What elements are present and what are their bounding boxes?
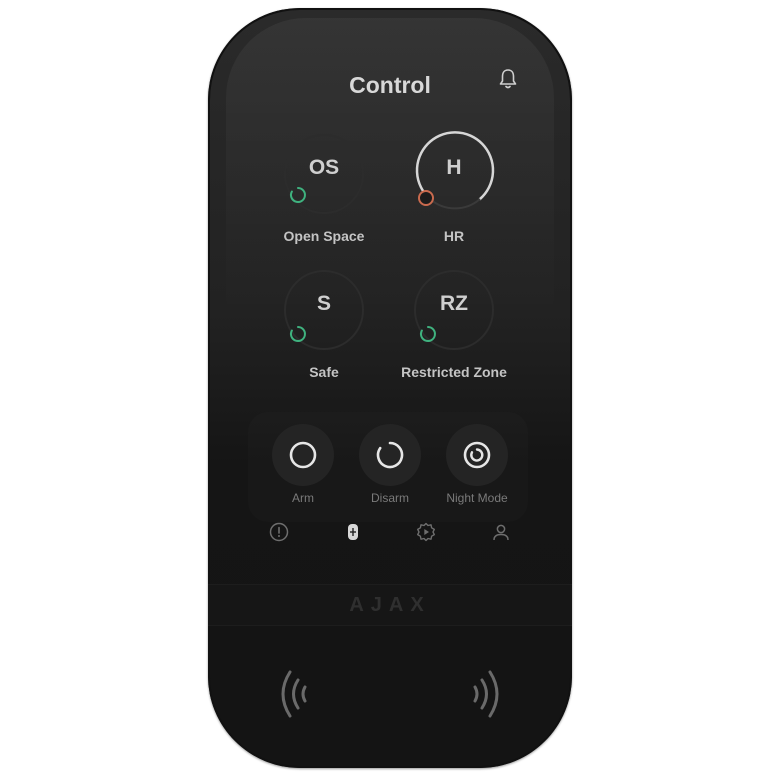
arm-button[interactable]	[272, 424, 334, 486]
device-icon[interactable]	[342, 521, 364, 543]
arm-label: Arm	[292, 491, 314, 505]
sensor-dot	[388, 38, 392, 42]
disarmed-status-icon	[419, 326, 436, 342]
group-initials: H	[446, 156, 462, 179]
bell-icon[interactable]	[498, 68, 518, 90]
group-initials: RZ	[440, 292, 468, 315]
disarm-label: Disarm	[371, 491, 409, 505]
disarm-button[interactable]	[359, 424, 421, 486]
group-restricted-zone[interactable]: RZ Restricted Zone	[374, 270, 534, 380]
group-initials: OS	[308, 156, 340, 179]
nfc-left-icon	[281, 670, 307, 718]
disarmed-status-icon	[289, 187, 306, 203]
armed-status-icon	[418, 190, 434, 206]
group-label: Restricted Zone	[401, 364, 507, 380]
ajax-logo: AJAX	[349, 594, 431, 616]
night-mode-icon	[463, 441, 491, 469]
user-icon[interactable]	[490, 521, 512, 543]
group-label: HR	[443, 228, 465, 244]
night-mode-button[interactable]	[446, 424, 508, 486]
disarmed-status-icon	[289, 326, 306, 342]
nfc-right-icon	[473, 670, 499, 718]
group-initials: S	[316, 292, 331, 315]
alert-icon[interactable]	[268, 521, 290, 543]
brand-strip: AJAX	[208, 584, 572, 626]
disarm-icon	[376, 441, 404, 469]
scenarios-gear-icon[interactable]	[415, 521, 437, 543]
night-mode-label: Night Mode	[446, 491, 508, 505]
arm-icon	[289, 441, 317, 469]
group-hr[interactable]: H HR	[374, 131, 534, 244]
keypad-device: Control OS Open Space H HR S Safe RZ Res…	[208, 8, 572, 768]
